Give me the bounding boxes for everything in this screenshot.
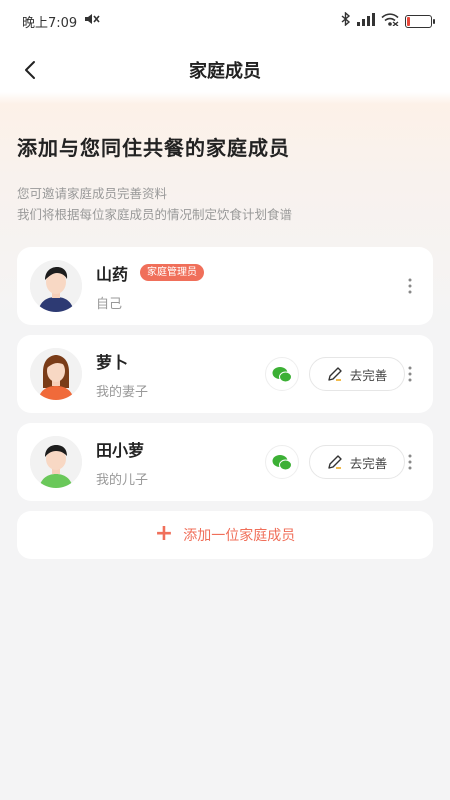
- more-options-button[interactable]: [403, 274, 417, 298]
- more-vertical-icon: [408, 278, 412, 294]
- intro-line-2: 我们将根据每位家庭成员的情况制定饮食计划食谱: [17, 207, 293, 222]
- wechat-icon: [272, 454, 292, 470]
- member-info: 田小萝 我的儿子: [96, 437, 265, 488]
- name-row: 萝卜: [96, 349, 265, 373]
- wifi-icon: [381, 12, 399, 30]
- add-member-button[interactable]: + 添加一位家庭成员: [17, 511, 433, 559]
- intro-description: 您可邀请家庭成员完善资料 我们将根据每位家庭成员的情况制定饮食计划食谱: [17, 183, 432, 225]
- member-actions: 去完善: [265, 445, 405, 479]
- status-bar: 晚上7:09: [0, 0, 450, 42]
- chevron-left-icon: [25, 61, 35, 79]
- member-name: 萝卜: [96, 352, 129, 372]
- member-relation: 我的妻子: [96, 384, 149, 400]
- member-info: 萝卜 我的妻子: [96, 349, 265, 400]
- boy-avatar: [30, 436, 82, 488]
- status-right: [341, 11, 435, 30]
- page-title: 家庭成员: [189, 61, 261, 82]
- battery-icon: [405, 14, 435, 28]
- signal-icon: [357, 12, 375, 30]
- member-relation: 自己: [96, 296, 123, 312]
- intro-section: 添加与您同住共餐的家庭成员 您可邀请家庭成员完善资料 我们将根据每位家庭成员的情…: [0, 98, 450, 225]
- back-button[interactable]: [14, 54, 46, 86]
- add-member-label: 添加一位家庭成员: [183, 528, 296, 544]
- member-actions: 去完善: [265, 357, 405, 391]
- member-name: 田小萝: [96, 440, 145, 460]
- bluetooth-icon: [341, 11, 351, 30]
- member-card-self[interactable]: 山药 家庭管理员 自己: [17, 247, 433, 325]
- name-row: 田小萝: [96, 437, 265, 461]
- complete-profile-button[interactable]: 去完善: [309, 357, 405, 391]
- more-vertical-icon: [408, 366, 412, 382]
- wechat-invite-button[interactable]: [265, 357, 299, 391]
- more-options-button[interactable]: [403, 450, 417, 474]
- pencil-icon: [328, 454, 342, 469]
- pencil-icon: [328, 366, 342, 381]
- mute-icon: [83, 12, 101, 30]
- name-row: 山药 家庭管理员: [96, 261, 419, 285]
- member-relation: 我的儿子: [96, 472, 149, 488]
- more-vertical-icon: [408, 454, 412, 470]
- battery-level: [407, 16, 410, 26]
- plus-icon: +: [154, 521, 174, 546]
- more-options-button[interactable]: [403, 362, 417, 386]
- wechat-icon: [272, 366, 292, 382]
- member-list: 山药 家庭管理员 自己 萝卜 我的妻子 去完善 田小萝 我的儿子 去完善 + 添…: [0, 225, 450, 559]
- intro-line-1: 您可邀请家庭成员完善资料: [17, 186, 168, 201]
- status-left: 晚上7:09: [22, 12, 101, 31]
- woman-avatar: [30, 348, 82, 400]
- complete-profile-button[interactable]: 去完善: [309, 445, 405, 479]
- complete-profile-label: 去完善: [349, 455, 388, 471]
- man-avatar: [30, 260, 82, 312]
- nav-bar: 家庭成员: [0, 42, 450, 98]
- member-info: 山药 家庭管理员 自己: [96, 261, 419, 312]
- member-card-son[interactable]: 田小萝 我的儿子 去完善: [17, 423, 433, 501]
- intro-heading: 添加与您同住共餐的家庭成员: [17, 136, 290, 160]
- wechat-invite-button[interactable]: [265, 445, 299, 479]
- member-name: 山药: [96, 264, 129, 284]
- complete-profile-label: 去完善: [349, 367, 388, 383]
- status-time: 晚上7:09: [22, 15, 78, 31]
- member-card-wife[interactable]: 萝卜 我的妻子 去完善: [17, 335, 433, 413]
- admin-badge: 家庭管理员: [140, 264, 205, 281]
